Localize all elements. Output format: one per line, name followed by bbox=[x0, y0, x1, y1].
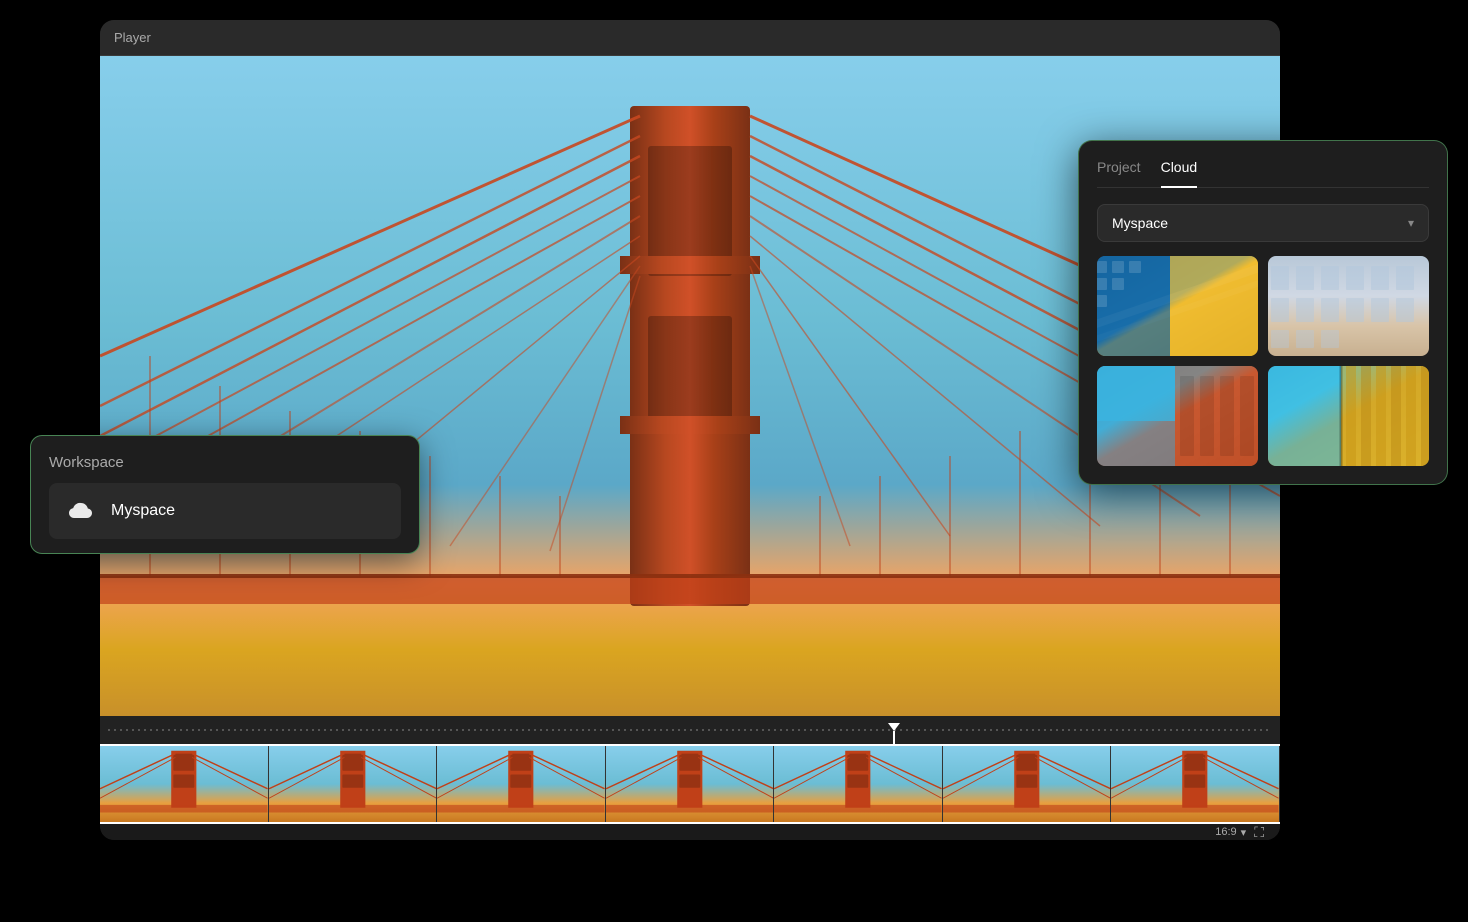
thumb-svg-6 bbox=[943, 746, 1111, 822]
tab-project[interactable]: Project bbox=[1097, 159, 1141, 179]
fullscreen-button[interactable]: ⛶ bbox=[1254, 824, 1264, 841]
building-thumb-svg-4 bbox=[1268, 366, 1429, 466]
cloud-thumb-4[interactable] bbox=[1268, 366, 1429, 466]
thumb-frame-3 bbox=[437, 746, 606, 822]
timeline-track[interactable] bbox=[108, 729, 1272, 731]
workspace-item-name: Myspace bbox=[111, 502, 175, 520]
thumb-svg-1 bbox=[100, 746, 268, 822]
timeline-scrubber[interactable] bbox=[100, 716, 1280, 744]
thumb-frame-2 bbox=[269, 746, 438, 822]
scene-container: Player bbox=[0, 0, 1468, 922]
cloud-panel: Project Cloud Myspace ▾ bbox=[1078, 140, 1448, 485]
tab-cloud[interactable]: Cloud bbox=[1161, 159, 1198, 188]
workspace-item-myspace[interactable]: Myspace bbox=[49, 483, 401, 539]
thumb-svg-3 bbox=[437, 746, 605, 822]
thumb-svg-4 bbox=[606, 746, 774, 822]
workspace-cloud-icon bbox=[65, 495, 97, 527]
aspect-ratio-label: 16:9 bbox=[1215, 826, 1236, 838]
cloud-dropdown-value: Myspace bbox=[1112, 215, 1168, 231]
building-thumb-svg-1 bbox=[1097, 256, 1258, 356]
thumb-frame-6 bbox=[943, 746, 1112, 822]
thumb-frame-4 bbox=[606, 746, 775, 822]
building-thumb-svg-2 bbox=[1268, 256, 1429, 356]
cloud-icon-svg bbox=[67, 500, 95, 522]
cloud-thumb-2[interactable] bbox=[1268, 256, 1429, 356]
playhead-arrow-icon bbox=[888, 723, 900, 731]
player-title: Player bbox=[114, 30, 151, 45]
cloud-workspace-dropdown[interactable]: Myspace ▾ bbox=[1097, 204, 1429, 242]
workspace-popup: Workspace Myspace bbox=[30, 435, 420, 554]
cloud-media-grid bbox=[1097, 256, 1429, 466]
cloud-thumb-3[interactable] bbox=[1097, 366, 1258, 466]
workspace-popup-title: Workspace bbox=[49, 454, 401, 471]
building-thumb-svg-3 bbox=[1097, 366, 1258, 466]
thumb-svg-5 bbox=[774, 746, 942, 822]
thumb-frame-5 bbox=[774, 746, 943, 822]
thumb-frame-7 bbox=[1111, 746, 1280, 822]
thumb-frame-1 bbox=[100, 746, 269, 822]
thumb-svg-7 bbox=[1111, 746, 1279, 822]
timeline-area: 16:9 ▾ ⛶ bbox=[100, 716, 1280, 840]
player-titlebar: Player bbox=[100, 20, 1280, 56]
dropdown-chevron-icon: ▾ bbox=[1408, 216, 1414, 230]
thumb-svg-2 bbox=[269, 746, 437, 822]
aspect-ratio-chevron-icon: ▾ bbox=[1241, 826, 1247, 839]
cloud-thumb-1[interactable] bbox=[1097, 256, 1258, 356]
timeline-controls-bar: 16:9 ▾ ⛶ bbox=[100, 824, 1280, 840]
timeline-thumbnails[interactable] bbox=[100, 744, 1280, 824]
cloud-panel-tabs: Project Cloud bbox=[1097, 159, 1429, 188]
aspect-ratio-button[interactable]: 16:9 ▾ bbox=[1215, 826, 1246, 839]
